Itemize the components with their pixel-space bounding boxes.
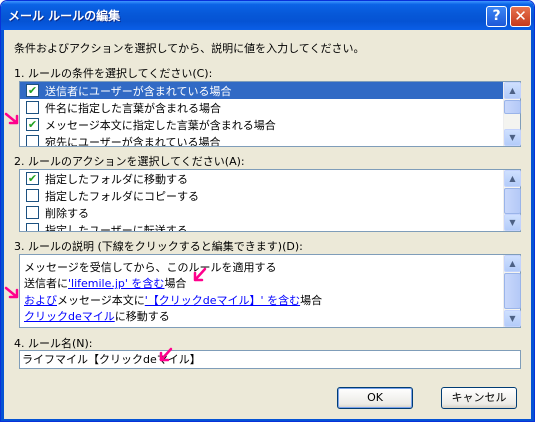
action-text: 削除する [45, 206, 89, 220]
close-button[interactable]: ✕ [510, 6, 531, 27]
window-title: メール ルールの編集 [8, 9, 121, 23]
annotation-arrow-icon [4, 286, 19, 299]
checkbox[interactable] [26, 189, 39, 202]
action-item[interactable]: ✔ 指定したフォルダに移動する [20, 170, 503, 187]
actions-scrollbar[interactable]: ▲ ▼ [503, 170, 521, 231]
scroll-up-button[interactable]: ▲ [504, 255, 521, 272]
condition-text: 件名に指定した言葉が含まれる場合 [45, 101, 221, 115]
action-item[interactable]: 削除する [20, 204, 503, 221]
rule-name-label: 4. ルール名(N): [14, 337, 93, 350]
scroll-up-button[interactable]: ▲ [504, 170, 521, 187]
sender-condition-link[interactable]: 'lifemile.jp' を含む [68, 277, 164, 290]
and-or-link[interactable]: および [24, 294, 57, 307]
action-item[interactable]: 指定したユーザーに転送する [20, 221, 503, 231]
description-line: メッセージを受信してから、このルールを適用する [24, 261, 277, 274]
rule-name-input[interactable]: ライフマイル【クリックdeマイル】 [19, 350, 521, 369]
checkbox[interactable]: ✔ [26, 84, 39, 97]
annotation-arrow-icon [193, 267, 207, 282]
description-line: 送信者に'lifemile.jp' を含む場合 [24, 275, 186, 291]
condition-text: 宛先にユーザーが含まれている場合 [45, 135, 221, 147]
question-mark-icon: ? [492, 8, 501, 24]
scroll-up-button[interactable]: ▲ [504, 82, 521, 99]
checkbox[interactable] [26, 206, 39, 219]
body-words-link[interactable]: '【クリックdeマイル】' を含む [145, 294, 300, 307]
conditions-label: 1. ルールの条件を選択してください(C): [14, 67, 213, 80]
arrow-down-icon: ▼ [509, 218, 516, 227]
description-text: 場合 [300, 294, 323, 307]
target-folder-link[interactable]: クリックdeマイル [24, 310, 115, 323]
condition-item[interactable]: 件名に指定した言葉が含まれる場合 [20, 99, 503, 116]
intro-text: 条件およびアクションを選択してから、説明に値を入力してください。 [14, 42, 365, 55]
conditions-scrollbar[interactable]: ▲ ▼ [503, 82, 521, 146]
checkbox[interactable]: ✔ [26, 172, 39, 185]
scroll-thumb[interactable] [504, 188, 521, 214]
action-item[interactable]: 指定したフォルダにコピーする [20, 187, 503, 204]
actions-list[interactable]: ✔ 指定したフォルダに移動する 指定したフォルダにコピーする 削除する 指定した… [19, 169, 521, 232]
ok-button[interactable]: OK [337, 387, 413, 409]
arrow-up-icon: ▲ [509, 259, 516, 268]
scroll-thumb[interactable] [504, 273, 521, 309]
edit-mail-rule-dialog: メール ルールの編集 ? ✕ 条件およびアクションを選択してから、説明に値を入力… [0, 0, 535, 422]
checkbox[interactable]: ✔ [26, 118, 39, 131]
action-text: 指定したユーザーに転送する [45, 223, 188, 232]
condition-item[interactable]: ✔ 送信者にユーザーが含まれている場合 [20, 82, 503, 99]
scroll-down-button[interactable]: ▼ [504, 214, 521, 231]
help-button[interactable]: ? [486, 6, 507, 27]
arrow-up-icon: ▲ [509, 86, 516, 95]
description-line: およびメッセージ本文に'【クリックdeマイル】' を含む場合 [24, 292, 322, 308]
description-line: クリックdeマイルに移動する [24, 308, 170, 324]
checkbox[interactable] [26, 135, 39, 146]
scroll-down-button[interactable]: ▼ [504, 129, 521, 146]
description-text: に移動する [114, 310, 170, 323]
arrow-down-icon: ▼ [509, 314, 516, 323]
description-text: メッセージ本文に [57, 294, 145, 307]
arrow-down-icon: ▼ [509, 133, 516, 142]
dialog-body: 条件およびアクションを選択してから、説明に値を入力してください。 1. ルールの… [1, 30, 534, 421]
description-scrollbar[interactable]: ▲ ▼ [503, 255, 521, 327]
action-text: 指定したフォルダにコピーする [45, 189, 199, 203]
description-text: 送信者に [24, 277, 68, 290]
condition-text: メッセージ本文に指定した言葉が含まれる場合 [45, 118, 276, 132]
annotation-arrow-icon [159, 347, 173, 362]
actions-label: 2. ルールのアクションを選択してください(A): [14, 155, 245, 168]
condition-item[interactable]: ✔ メッセージ本文に指定した言葉が含まれる場合 [20, 116, 503, 133]
title-bar[interactable]: メール ルールの編集 ? ✕ [1, 1, 534, 30]
annotation-arrow-icon [4, 112, 19, 125]
description-text: 場合 [164, 277, 187, 290]
conditions-list[interactable]: ✔ 送信者にユーザーが含まれている場合 件名に指定した言葉が含まれる場合 ✔ メ… [19, 81, 521, 147]
close-icon: ✕ [514, 7, 527, 25]
action-text: 指定したフォルダに移動する [45, 172, 188, 186]
cancel-button[interactable]: キャンセル [441, 387, 517, 409]
condition-item[interactable]: 宛先にユーザーが含まれている場合 [20, 133, 503, 146]
arrow-up-icon: ▲ [509, 174, 516, 183]
condition-text: 送信者にユーザーが含まれている場合 [45, 84, 232, 98]
description-label: 3. ルールの説明 (下線をクリックすると編集できます)(D): [14, 240, 303, 253]
rule-description-box: メッセージを受信してから、このルールを適用する 送信者に'lifemile.jp… [19, 254, 521, 328]
checkbox[interactable] [26, 101, 39, 114]
scroll-thumb[interactable] [504, 100, 521, 114]
scroll-down-button[interactable]: ▼ [504, 310, 521, 327]
checkbox[interactable] [26, 223, 39, 231]
